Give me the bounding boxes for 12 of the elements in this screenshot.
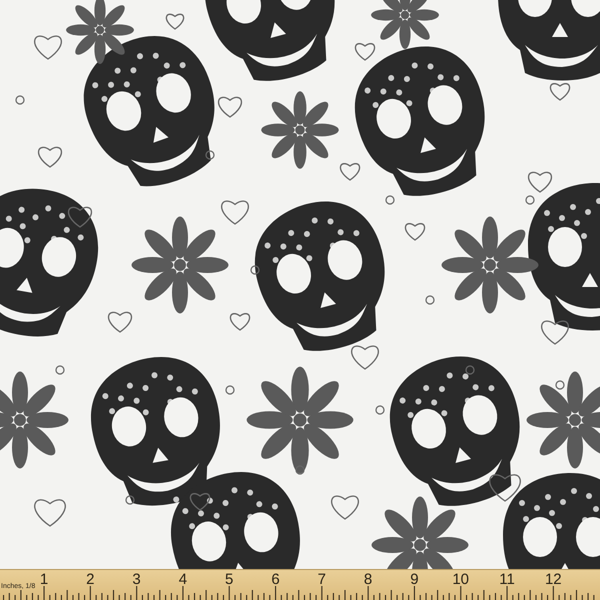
inch-number: 6 xyxy=(271,572,280,587)
inch-number: 7 xyxy=(318,572,326,587)
inch-number: 5 xyxy=(225,572,234,587)
inch-number: 10 xyxy=(452,572,470,587)
inch-number: 2 xyxy=(86,572,94,587)
inch-number: 3 xyxy=(132,572,141,587)
inch-number: 11 xyxy=(499,572,515,587)
inch-number: 4 xyxy=(178,572,188,587)
inch-number: 1 xyxy=(40,572,48,587)
inch-number: 9 xyxy=(410,572,419,587)
inch-number: 8 xyxy=(364,572,372,587)
inch-number: 12 xyxy=(544,572,562,587)
